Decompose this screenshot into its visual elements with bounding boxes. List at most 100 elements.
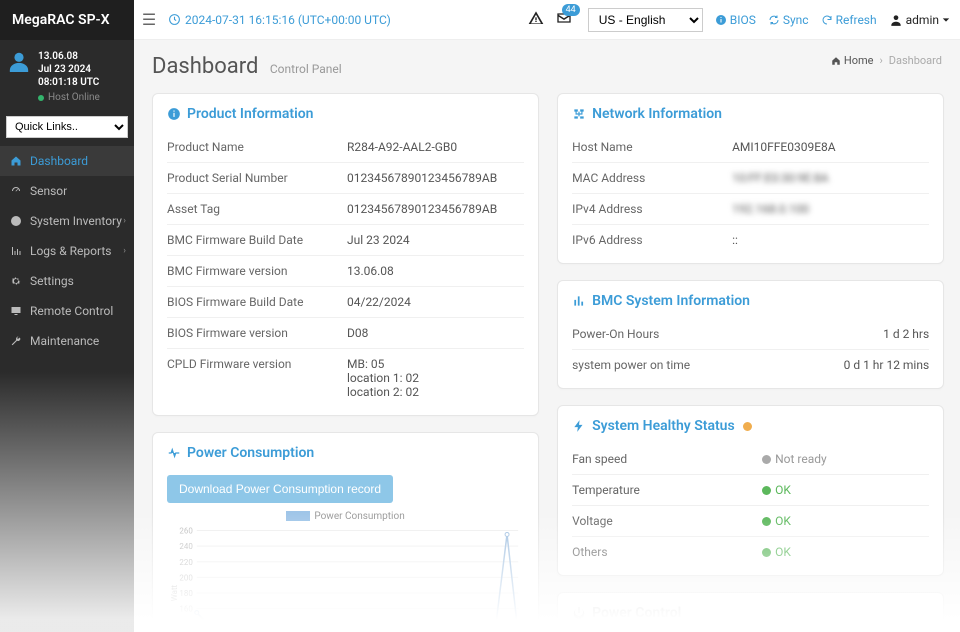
page-title: Dashboard Control Panel [152,54,942,79]
health-fan-row: Fan speed Not ready [572,444,929,475]
mac-row: MAC Address10:FF:E0:30:9E:8A [572,163,929,194]
page-subtitle: Control Panel [270,62,342,76]
info-icon [10,215,22,227]
home-icon [831,56,841,66]
host-status: Host Online [38,91,126,104]
notification-badge: 44 [562,4,580,16]
bmc-ver-row: BMC Firmware version13.06.08 [167,256,524,287]
system-info-block: 13.06.08 Jul 23 2024 08:01:18 UTC Host O… [0,40,134,112]
quicklinks-select[interactable]: Quick Links.. [6,116,128,138]
nav-settings[interactable]: Settings [0,266,134,296]
chart-legend: Power Consumption [167,511,524,522]
serial-row: Product Serial Number0123456789012345678… [167,163,524,194]
chart-icon [10,245,22,257]
sync-link[interactable]: Sync [768,13,809,27]
refresh-icon [821,14,833,26]
gauge-icon [10,185,22,197]
bmc-build-row: BMC Firmware Build DateJul 23 2024 [167,225,524,256]
health-other-row: Others OK [572,537,929,567]
nav-dashboard[interactable]: Dashboard [0,146,134,176]
health-temp-row: Temperature OK [572,475,929,506]
gear-icon [10,275,22,287]
svg-text:200: 200 [179,573,192,582]
power-chart-svg: 100120140160180200220240260Watt [167,526,524,632]
bios-build-row: BIOS Firmware Build Date04/22/2024 [167,287,524,318]
mail-icon[interactable]: 44 [556,10,572,30]
legend-swatch-icon [286,511,310,521]
clock-icon [168,13,181,26]
clock-text: 2024-07-31 16:15:16 (UTC+00:00 UTC) [185,13,391,27]
bmc-sys-heading: BMC System Information [558,281,943,319]
chevron-down-icon [942,16,950,24]
status-dot-icon [762,548,771,557]
hostname-row: Host NameAMI10FFE0309E8A [572,132,929,163]
status-dot-icon [762,486,771,495]
user-menu[interactable]: admin [889,13,950,27]
pulse-icon [167,446,181,460]
cpld-row: CPLD Firmware versionMB: 05 location 1: … [167,349,524,407]
bios-ver-row: BIOS Firmware versionD08 [167,318,524,349]
health-volt-row: Voltage OK [572,506,929,537]
wrench-icon [10,335,22,347]
info-icon [167,107,181,121]
nav-inventory[interactable]: System Inventory › [0,206,134,236]
alert-icon[interactable] [528,10,544,30]
health-heading: System Healthy Status [558,406,943,444]
fw-built: Jul 23 2024 08:01:18 UTC [38,63,126,89]
network-info-panel: Network Information Host NameAMI10FFE030… [557,93,944,264]
bmc-sys-panel: BMC System Information Power-On Hours1 d… [557,280,944,389]
download-power-button[interactable]: Download Power Consumption record [167,475,393,503]
nav-maintenance[interactable]: Maintenance [0,326,134,356]
status-dot-amber-icon [743,422,752,431]
status-dot-icon [762,517,771,526]
breadcrumb-current: Dashboard [889,54,942,67]
topbar: MegaRAC SP-X ☰ 2024-07-31 16:15:16 (UTC+… [0,0,960,40]
nav-remote[interactable]: Remote Control [0,296,134,326]
status-dot-icon [762,455,771,464]
ipv6-row: IPv6 Address:: [572,225,929,255]
chevron-right-icon: › [123,246,126,256]
nav-logs[interactable]: Logs & Reports › [0,236,134,266]
refresh-link[interactable]: Refresh [821,13,877,27]
product-info-heading: Product Information [153,94,538,132]
svg-text:220: 220 [179,558,192,567]
breadcrumb-home[interactable]: Home [831,54,874,67]
svg-text:160: 160 [179,605,192,614]
main-content: Home › Dashboard Dashboard Control Panel… [134,40,960,632]
user-avatar-icon [8,50,30,72]
power-control-panel: Power Control Host is currently on Power… [557,592,944,632]
product-info-panel: Product Information Product NameR284-A92… [152,93,539,416]
health-panel: System Healthy Status Fan speed Not read… [557,405,944,576]
language-select[interactable]: US - English [588,8,703,32]
brand: MegaRAC SP-X [0,0,134,40]
bios-link[interactable]: BIOS [715,13,756,27]
network-icon [572,107,586,121]
chevron-right-icon: › [123,216,126,226]
monitor-icon [10,305,22,317]
user-icon [889,13,903,27]
network-info-heading: Network Information [558,94,943,132]
asset-row: Asset Tag0123456789012345678­9AB [167,194,524,225]
home-icon [10,155,22,167]
fw-version: 13.06.08 [38,50,126,63]
breadcrumb: Home › Dashboard [831,54,942,67]
svg-text:140: 140 [179,620,192,629]
power-consumption-heading: Power Consumption [153,433,538,471]
info-icon [715,14,727,26]
product-name-row: Product NameR284-A92-AAL2-GB0 [167,132,524,163]
sidebar: 13.06.08 Jul 23 2024 08:01:18 UTC Host O… [0,40,134,632]
svg-text:240: 240 [179,542,192,551]
sync-icon [768,14,780,26]
nav-sensor[interactable]: Sensor [0,176,134,206]
power-consumption-panel: Power Consumption Download Power Consump… [152,432,539,632]
spot-row: system power on time0 d 1 hr 12 mins [572,350,929,380]
power-control-heading: Power Control [558,593,943,631]
power-chart: Power Consumption 1001201401601802002202… [153,511,538,632]
status-dot-icon [38,95,44,101]
clock: 2024-07-31 16:15:16 (UTC+00:00 UTC) [168,13,391,27]
bars-icon [572,294,586,308]
svg-text:Watt: Watt [170,584,179,601]
svg-text:260: 260 [179,527,192,536]
power-icon [572,606,586,620]
menu-toggle-icon[interactable]: ☰ [134,10,164,29]
